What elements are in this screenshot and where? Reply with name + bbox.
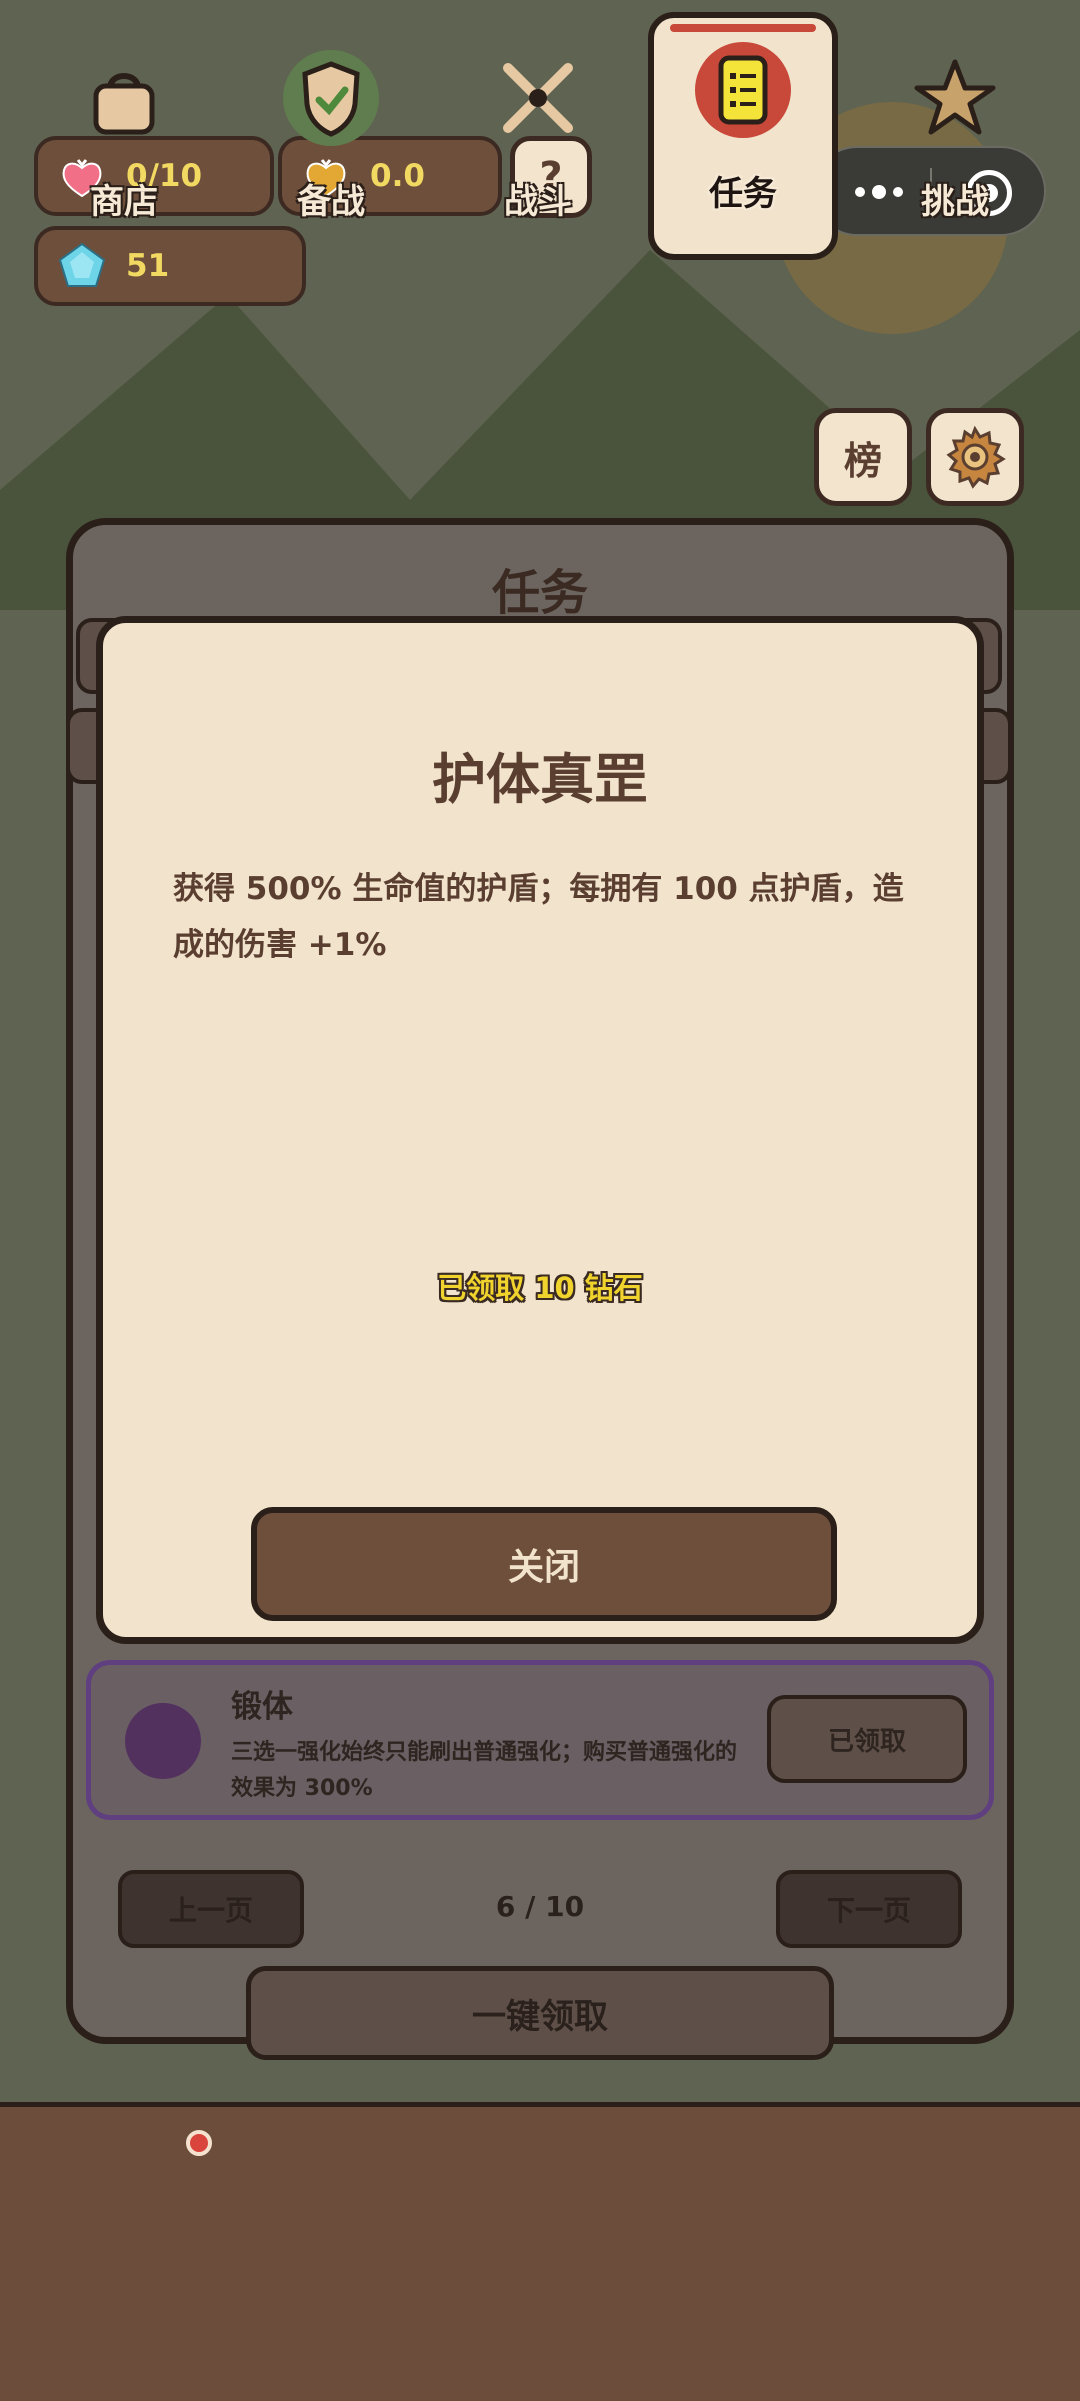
tab-tasks[interactable]: 任务	[648, 12, 838, 260]
bottom-tab-bar	[0, 2102, 1080, 2401]
tab-battle[interactable]: 战斗	[443, 20, 633, 260]
leaderboard-button[interactable]: 榜	[814, 408, 912, 506]
gear-icon	[946, 425, 1006, 489]
notification-badge	[186, 2130, 212, 2156]
tab-tasks-label: 任务	[709, 174, 777, 214]
star-icon	[914, 59, 996, 135]
prev-page-button[interactable]: 上一页	[118, 1870, 304, 1948]
page-indicator: 6 / 10	[495, 1890, 585, 1923]
task-panel-title: 任务	[491, 565, 588, 621]
settings-button[interactable]	[926, 408, 1024, 506]
next-page-button[interactable]: 下一页	[776, 1870, 962, 1948]
modal-title: 护体真罡	[432, 748, 648, 811]
task-name: 锻体	[231, 1689, 293, 1725]
task-badge-icon	[125, 1703, 201, 1779]
crossed-swords-icon	[503, 63, 573, 133]
active-tab-indicator	[670, 24, 816, 32]
modal-description: 获得 500% 生命值的护盾；每拥有 100 点护盾，造成的伤害 +1%	[173, 871, 904, 963]
tab-challenge[interactable]: 挑战	[860, 20, 1050, 260]
task-detail-modal: 护体真罡 获得 500% 生命值的护盾；每拥有 100 点护盾，造成的伤害 +1…	[96, 616, 984, 1644]
bag-icon	[93, 73, 155, 135]
claim-all-button[interactable]: 一键领取	[246, 1966, 834, 2060]
tab-shop[interactable]: 商店	[29, 20, 219, 260]
task-list-icon	[695, 42, 791, 138]
modal-reward-text: 已领取 10 钻石	[437, 1271, 643, 1305]
modal-close-button[interactable]: 关闭	[251, 1507, 837, 1621]
tab-battle-label: 战斗	[504, 182, 572, 222]
task-claimed-button[interactable]: 已领取	[767, 1695, 967, 1783]
task-row: 锻体 三选一强化始终只能刷出普通强化；购买普通强化的效果为 300% 已领取	[86, 1660, 994, 1820]
leaderboard-label: 榜	[843, 438, 882, 483]
shield-check-icon	[283, 50, 379, 146]
task-description: 三选一强化始终只能刷出普通强化；购买普通强化的效果为 300%	[231, 1740, 738, 1801]
tab-shop-label: 商店	[90, 182, 158, 222]
tab-challenge-label: 挑战	[921, 182, 989, 222]
tab-prepare[interactable]: 备战	[236, 20, 426, 260]
tab-prepare-label: 备战	[297, 182, 365, 222]
